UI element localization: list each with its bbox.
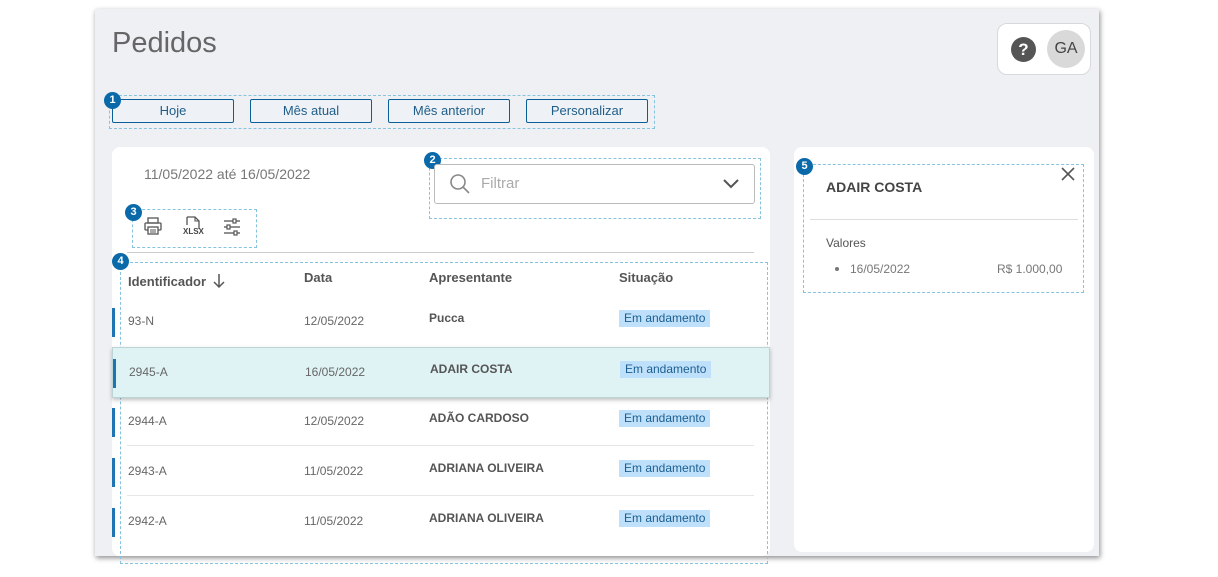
status-badge: Em andamento xyxy=(619,410,711,427)
status-badge: Em andamento xyxy=(619,310,711,327)
arrow-down-icon xyxy=(213,274,225,289)
column-header-date[interactable]: Data xyxy=(304,270,332,285)
row-date: 16/05/2022 xyxy=(305,365,366,379)
row-id: 2944-A xyxy=(128,414,167,428)
marker-3: 3 xyxy=(125,204,142,221)
row-indicator xyxy=(113,359,116,388)
table-row[interactable]: 2942-A 11/05/2022 ADRIANA OLIVEIRA Em an… xyxy=(112,497,764,546)
avatar[interactable]: GA xyxy=(1047,30,1085,68)
status-badge: Em andamento xyxy=(620,361,712,378)
values-heading: Valores xyxy=(826,236,866,250)
value-amount: R$ 1.000,00 xyxy=(997,262,1063,276)
sliders-icon[interactable] xyxy=(222,217,242,237)
row-indicator xyxy=(112,458,115,487)
column-header-id[interactable]: Identificador xyxy=(128,270,225,289)
period-button-previous-month[interactable]: Mês anterior xyxy=(388,99,510,123)
row-indicator xyxy=(112,508,115,537)
detail-divider xyxy=(810,219,1078,220)
help-icon[interactable]: ? xyxy=(1011,37,1036,62)
row-divider xyxy=(127,445,754,446)
search-icon xyxy=(450,174,470,194)
marker-4: 4 xyxy=(112,253,129,270)
row-id: 2943-A xyxy=(128,464,167,478)
close-icon[interactable] xyxy=(1060,166,1076,182)
marker-1: 1 xyxy=(104,92,121,109)
table-row[interactable]: 2944-A 12/05/2022 ADÃO CARDOSO Em andame… xyxy=(112,397,764,446)
column-header-presenter[interactable]: Apresentante xyxy=(429,270,512,285)
row-date: 11/05/2022 xyxy=(304,514,364,528)
status-badge: Em andamento xyxy=(619,510,711,527)
chevron-down-icon[interactable] xyxy=(722,178,740,190)
page-title: Pedidos xyxy=(112,27,217,59)
column-header-status[interactable]: Situação xyxy=(619,270,673,285)
row-divider xyxy=(127,495,754,496)
detail-title: ADAIR COSTA xyxy=(826,179,923,195)
period-button-today[interactable]: Hoje xyxy=(112,99,234,123)
filter-input[interactable] xyxy=(479,174,703,193)
row-presenter: ADÃO CARDOSO xyxy=(429,411,530,425)
status-badge: Em andamento xyxy=(619,460,711,477)
marker-5: 5 xyxy=(796,158,813,175)
table-row[interactable]: 93-N 12/05/2022 Pucca Em andamento xyxy=(112,297,764,346)
row-indicator xyxy=(112,308,115,337)
bullet-icon xyxy=(835,267,839,271)
user-box: ? GA xyxy=(997,23,1091,75)
row-date: 12/05/2022 xyxy=(304,314,365,328)
row-id: 93-N xyxy=(128,314,155,328)
table-row-selected[interactable]: 2945-A 16/05/2022 ADAIR COSTA Em andamen… xyxy=(112,347,770,398)
table-row[interactable]: 2943-A 11/05/2022 ADRIANA OLIVEIRA Em an… xyxy=(112,447,764,496)
period-button-current-month[interactable]: Mês atual xyxy=(250,99,372,123)
header-divider xyxy=(127,252,754,253)
row-id: 2945-A xyxy=(129,365,168,379)
column-header-id-label: Identificador xyxy=(128,274,207,289)
row-id: 2942-A xyxy=(128,514,167,528)
row-presenter: ADRIANA OLIVEIRA xyxy=(429,511,544,525)
xlsx-label: XLSX xyxy=(183,227,204,236)
value-date: 16/05/2022 xyxy=(850,262,911,276)
row-presenter: ADRIANA OLIVEIRA xyxy=(429,461,544,475)
filter-field[interactable] xyxy=(434,164,755,204)
row-indicator xyxy=(112,408,115,437)
row-date: 12/05/2022 xyxy=(304,414,365,428)
xlsx-export-icon[interactable]: XLSX xyxy=(181,216,205,238)
period-button-custom[interactable]: Personalizar xyxy=(526,99,648,123)
date-range: 11/05/2022 até 16/05/2022 xyxy=(144,166,311,182)
print-icon[interactable] xyxy=(143,216,163,236)
row-presenter: ADAIR COSTA xyxy=(430,362,513,376)
row-date: 11/05/2022 xyxy=(304,464,364,478)
row-presenter: Pucca xyxy=(429,311,465,325)
